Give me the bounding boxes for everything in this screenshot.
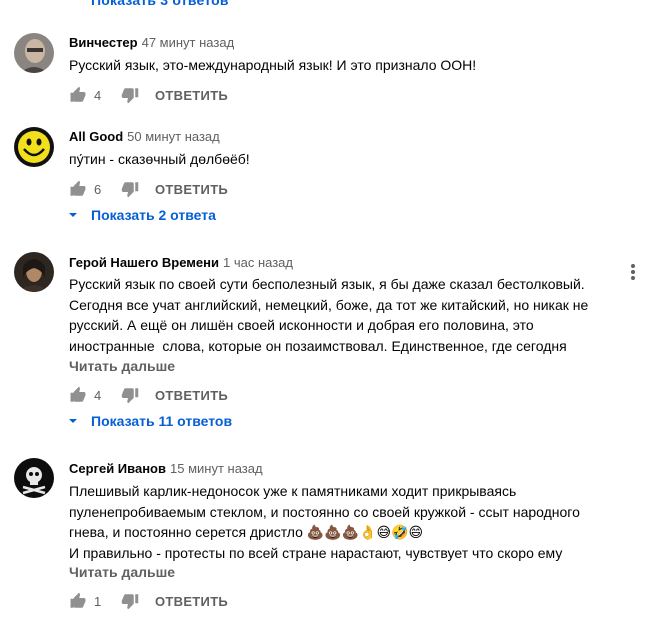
thumb-up-icon[interactable] xyxy=(69,592,87,610)
photo-avatar-icon xyxy=(14,252,54,292)
reply-button[interactable]: ОТВЕТИТЬ xyxy=(155,388,228,403)
comment-text: Русский язык, это-международный язык! И … xyxy=(69,57,477,73)
like-count: 6 xyxy=(94,181,102,197)
like-count: 4 xyxy=(94,387,102,403)
show-replies-label: Показать 2 ответа xyxy=(91,207,216,223)
read-more-button[interactable]: Читать дальше xyxy=(69,564,175,580)
thumb-down-icon[interactable] xyxy=(121,180,139,198)
avatar[interactable] xyxy=(14,458,54,498)
author-name[interactable]: Сергей Иванов xyxy=(69,461,166,476)
show-replies-button[interactable]: Показать 11 ответов xyxy=(67,413,232,429)
smiley-avatar-icon xyxy=(14,127,54,167)
skull-avatar-icon xyxy=(14,458,54,498)
comment-time[interactable]: 15 минут назад xyxy=(170,461,263,476)
thumb-up-icon[interactable] xyxy=(69,386,87,404)
thumb-down-icon[interactable] xyxy=(121,386,139,404)
thumb-up-icon[interactable] xyxy=(69,180,87,198)
comment-actions: 4 ОТВЕТИТЬ xyxy=(69,83,228,107)
show-replies-link-partial[interactable]: Показать 3 ответов xyxy=(91,0,229,8)
comment-actions: 4 ОТВЕТИТЬ xyxy=(69,383,228,407)
author-name[interactable]: All Good xyxy=(69,129,123,144)
comment-actions: 1 ОТВЕТИТЬ xyxy=(69,589,228,613)
thumb-up-icon[interactable] xyxy=(69,86,87,104)
show-replies-label: Показать 11 ответов xyxy=(91,413,233,429)
show-replies-button[interactable]: Показать 2 ответа xyxy=(67,207,216,223)
thumb-down-icon[interactable] xyxy=(121,592,139,610)
avatar[interactable] xyxy=(14,127,54,167)
avatar[interactable] xyxy=(14,33,54,73)
author-name[interactable]: Герой Нашего Времени xyxy=(69,255,219,270)
thumb-down-icon[interactable] xyxy=(121,86,139,104)
caret-down-icon xyxy=(69,213,77,217)
like-count: 1 xyxy=(94,593,102,609)
comment-text: Русский язык по своей сути бесполезный я… xyxy=(69,276,593,355)
more-options-icon[interactable] xyxy=(627,262,639,282)
caret-down-icon xyxy=(69,419,77,423)
comment-time[interactable]: 1 час назад xyxy=(223,255,293,270)
comment-text: пу́тин - сказөчный дөлбөёб! xyxy=(69,151,250,167)
comment-time[interactable]: 50 минут назад xyxy=(127,129,220,144)
reply-button[interactable]: ОТВЕТИТЬ xyxy=(155,88,228,103)
comment-text: Плешивый карлик-недоносок уже к памятник… xyxy=(69,483,580,562)
comment-actions: 6 ОТВЕТИТЬ xyxy=(69,177,228,201)
photo-avatar-icon xyxy=(14,33,54,73)
like-count: 4 xyxy=(94,87,102,103)
avatar[interactable] xyxy=(14,252,54,292)
reply-button[interactable]: ОТВЕТИТЬ xyxy=(155,594,228,609)
reply-button[interactable]: ОТВЕТИТЬ xyxy=(155,182,228,197)
comment-time[interactable]: 47 минут назад xyxy=(142,35,235,50)
read-more-button[interactable]: Читать дальше xyxy=(69,358,175,374)
author-name[interactable]: Винчестер xyxy=(69,35,138,50)
